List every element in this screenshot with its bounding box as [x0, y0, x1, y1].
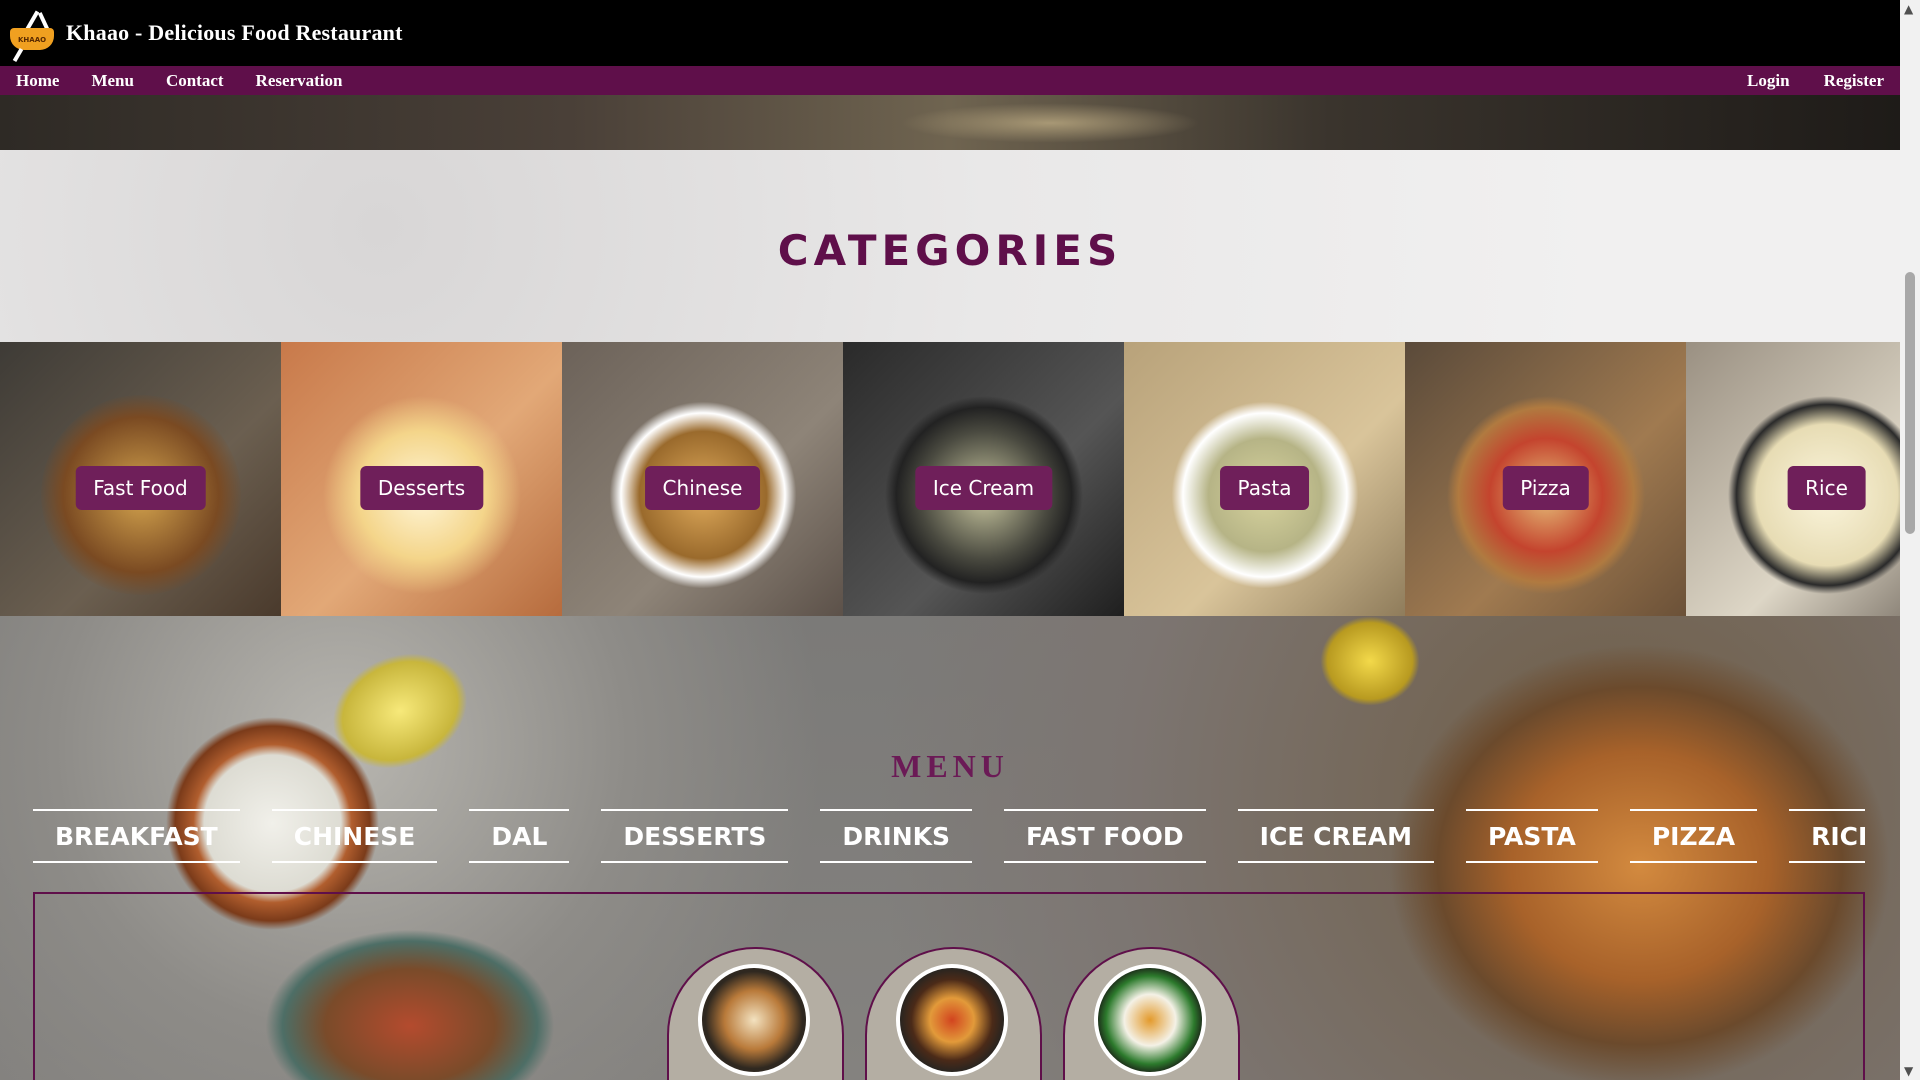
- category-button[interactable]: Pasta: [1219, 466, 1310, 510]
- category-chinese[interactable]: Chinese: [562, 342, 843, 616]
- scroll-thumb[interactable]: [1905, 272, 1915, 534]
- category-button[interactable]: Ice Cream: [914, 466, 1053, 510]
- category-button[interactable]: Chinese: [644, 466, 761, 510]
- category-desserts[interactable]: Desserts: [281, 342, 562, 616]
- menu-item-card[interactable]: [667, 947, 844, 1080]
- main-navbar: Home Menu Contact Reservation Login Regi…: [0, 66, 1900, 95]
- hero-banner: [0, 95, 1900, 150]
- top-header: KHAAO Khaao - Delicious Food Restaurant: [0, 0, 1900, 66]
- nav-login[interactable]: Login: [1739, 71, 1798, 91]
- tab-desserts[interactable]: DESSERTS: [601, 809, 789, 863]
- pan-handle: [12, 47, 24, 63]
- tab-drinks[interactable]: DRINKS: [820, 809, 973, 863]
- category-button[interactable]: Fast Food: [75, 466, 206, 510]
- tab-pasta[interactable]: PASTA: [1466, 809, 1598, 863]
- category-rice[interactable]: Rice: [1686, 342, 1920, 616]
- page: KHAAO Khaao - Delicious Food Restaurant …: [0, 0, 1920, 1080]
- nav-right: Login Register: [1721, 71, 1892, 91]
- tab-pizza[interactable]: PIZZA: [1629, 809, 1758, 863]
- lemon-decor: [1320, 616, 1420, 706]
- menu-title: MENU: [891, 748, 1009, 784]
- menu-tabs: BREAKFAST CHINESE DAL DESSERTS DRINKS FA…: [33, 809, 1865, 863]
- menu-items-panel: [33, 892, 1865, 1080]
- menu-item-card[interactable]: [1063, 947, 1240, 1080]
- nav-reservation[interactable]: Reservation: [248, 71, 351, 91]
- category-button[interactable]: Rice: [1787, 466, 1866, 510]
- category-button[interactable]: Pizza: [1502, 466, 1589, 510]
- scroll-up-icon[interactable]: ▲: [1904, 2, 1913, 16]
- category-pizza[interactable]: Pizza: [1405, 342, 1686, 616]
- scroll-down-icon[interactable]: ▼: [1904, 1064, 1913, 1078]
- site-title[interactable]: Khaao - Delicious Food Restaurant: [66, 20, 403, 46]
- tab-breakfast[interactable]: BREAKFAST: [33, 809, 240, 863]
- menu-section: MENU BREAKFAST CHINESE DAL DESSERTS DRIN…: [0, 616, 1900, 1080]
- tab-chinese[interactable]: CHINESE: [271, 809, 438, 863]
- logo-text: KHAAO: [18, 36, 47, 44]
- category-fast-food[interactable]: Fast Food: [0, 342, 281, 616]
- categories-header: CATEGORIES: [0, 150, 1900, 342]
- nav-register[interactable]: Register: [1816, 71, 1892, 91]
- nav-left: Home Menu Contact Reservation: [8, 71, 366, 91]
- nav-home[interactable]: Home: [8, 71, 67, 91]
- categories-row: Fast Food Desserts Chinese Ice Cream Pas…: [0, 342, 1920, 616]
- burger-thumbnail: [896, 964, 1008, 1076]
- category-ice-cream[interactable]: Ice Cream: [843, 342, 1124, 616]
- nav-menu[interactable]: Menu: [83, 71, 142, 91]
- nav-contact[interactable]: Contact: [158, 71, 232, 91]
- tab-ice-cream[interactable]: ICE CREAM: [1237, 809, 1435, 863]
- paratha-thumbnail: [698, 964, 810, 1076]
- tab-dal[interactable]: DAL: [469, 809, 570, 863]
- tab-fast-food[interactable]: FAST FOOD: [1004, 809, 1206, 863]
- menu-item-card[interactable]: [865, 947, 1042, 1080]
- thali-thumbnail: [1094, 964, 1206, 1076]
- category-button[interactable]: Desserts: [359, 466, 484, 510]
- tab-rice[interactable]: RICE: [1789, 809, 1865, 863]
- categories-title: CATEGORIES: [777, 226, 1123, 275]
- khaao-logo[interactable]: KHAAO: [8, 8, 58, 63]
- page-scrollbar[interactable]: ▲ ▼: [1900, 0, 1920, 1080]
- category-pasta[interactable]: Pasta: [1124, 342, 1405, 616]
